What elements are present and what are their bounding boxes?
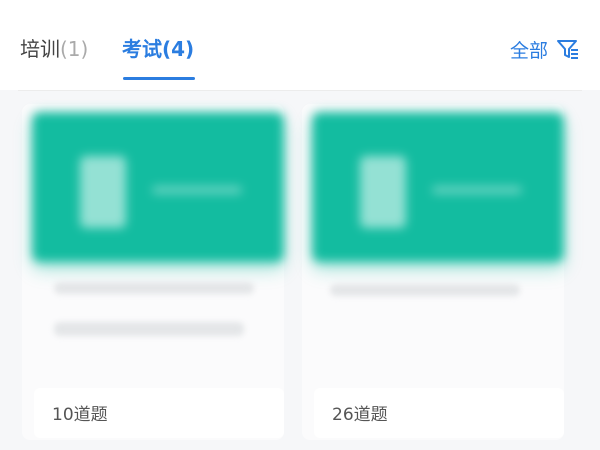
tab-exam-count: (4) xyxy=(162,37,195,61)
tab-training[interactable]: 培训(1) xyxy=(20,32,88,66)
exam-title-placeholder xyxy=(330,284,520,296)
filter-icon xyxy=(556,38,580,60)
exam-title-placeholder xyxy=(54,282,254,294)
card-footer: 26道题 xyxy=(314,388,564,438)
tab-exam-label: 考试 xyxy=(122,37,162,61)
exam-thumbnail xyxy=(32,112,284,262)
question-count: 10道题 xyxy=(52,405,108,425)
top-bar: 培训(1) 考试(4) 全部 xyxy=(0,0,600,90)
thumbnail-text-placeholder xyxy=(432,186,522,194)
exam-card[interactable]: 10道题 xyxy=(22,104,284,440)
filter-label: 全部 xyxy=(509,39,548,62)
tab-exam[interactable]: 考试(4) xyxy=(122,32,194,66)
thumbnail-text-placeholder xyxy=(152,186,242,194)
card-footer: 10道题 xyxy=(34,388,284,438)
tab-training-label: 培训 xyxy=(20,37,60,61)
document-icon xyxy=(80,156,126,228)
question-count: 26道题 xyxy=(332,405,388,425)
document-icon xyxy=(360,156,406,228)
exam-thumbnail xyxy=(312,112,564,262)
header-divider xyxy=(18,90,582,91)
exam-card[interactable]: 26道题 xyxy=(302,104,564,440)
tab-training-count: (1) xyxy=(60,37,89,61)
filter-button[interactable]: 全部 xyxy=(510,34,580,64)
active-tab-indicator xyxy=(123,77,195,80)
exam-subtitle-placeholder xyxy=(54,322,244,336)
